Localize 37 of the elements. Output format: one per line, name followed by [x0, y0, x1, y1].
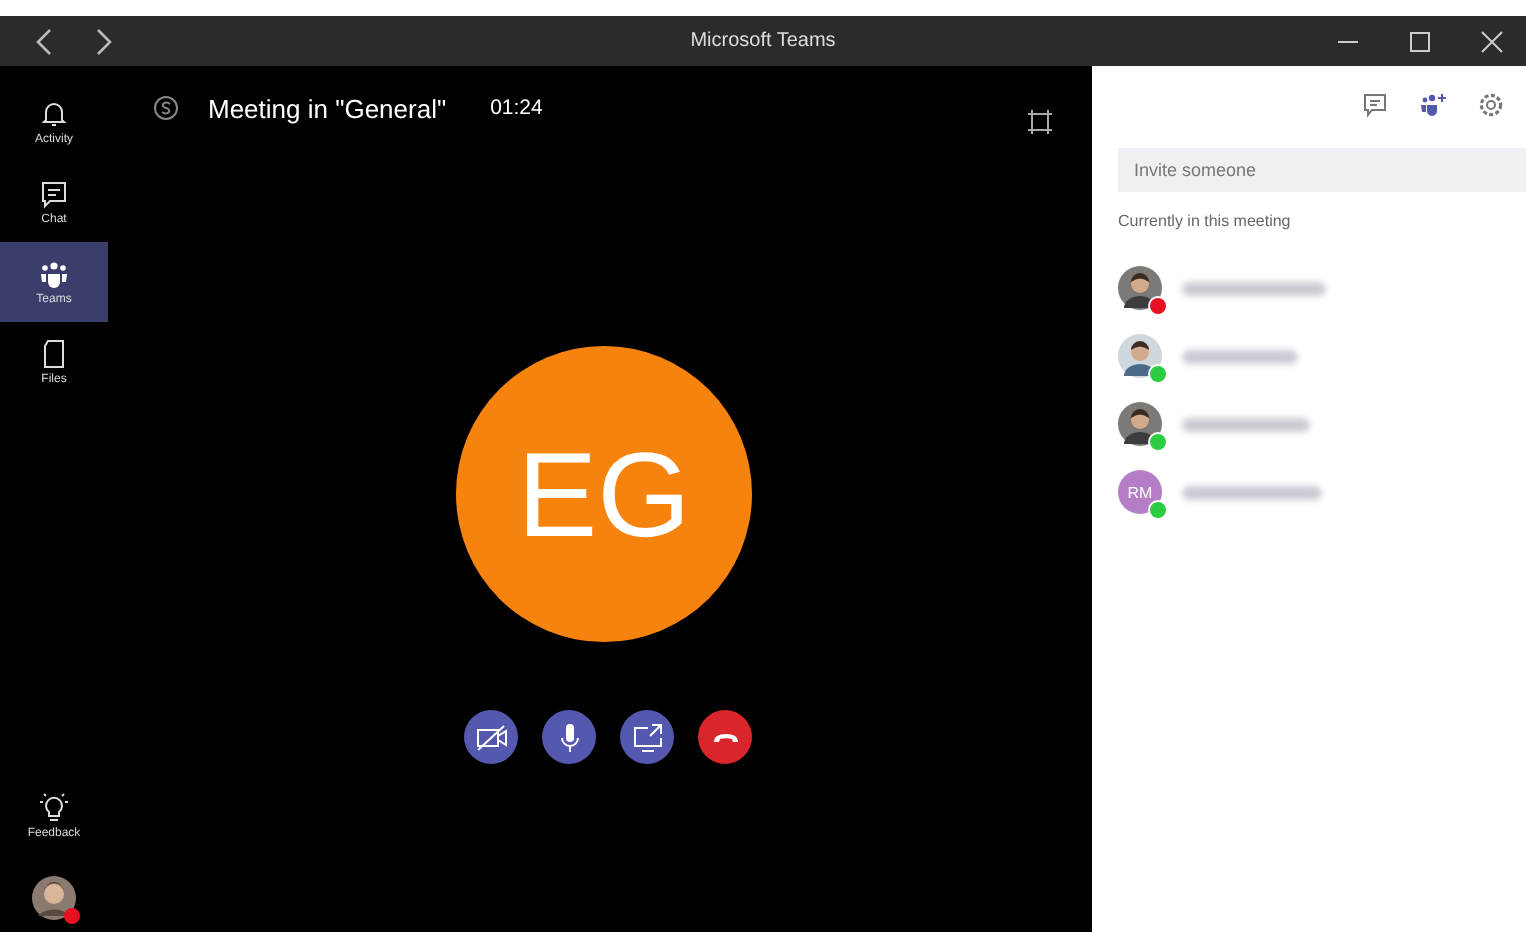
camera-off-button[interactable] — [464, 710, 518, 764]
people-button[interactable] — [1418, 90, 1448, 120]
hang-up-button[interactable] — [698, 710, 752, 764]
fullscreen-button[interactable] — [1024, 106, 1056, 138]
microphone-button[interactable] — [542, 710, 596, 764]
lightbulb-icon — [38, 792, 70, 824]
maximize-icon — [1408, 29, 1432, 53]
share-screen-button[interactable] — [620, 710, 674, 764]
people-icon — [38, 258, 70, 290]
settings-icon — [1478, 92, 1504, 118]
window-title: Microsoft Teams — [690, 30, 836, 52]
share-screen-icon — [629, 719, 665, 755]
blurred-name — [1182, 349, 1298, 363]
blurred-name — [1182, 485, 1322, 499]
camera-off-icon — [473, 719, 509, 755]
invite-field[interactable]: Invite someone — [1118, 148, 1526, 192]
phone-icon — [713, 733, 737, 741]
caller-avatar: EG — [456, 346, 752, 642]
settings-button[interactable] — [1476, 90, 1506, 120]
file-icon — [38, 338, 70, 370]
back-icon — [34, 27, 54, 55]
bell-icon — [38, 98, 70, 130]
participant-initials: RM — [1118, 470, 1162, 514]
add-people-icon — [1419, 92, 1447, 118]
skype-icon — [152, 94, 180, 122]
forward-icon — [94, 27, 114, 55]
chat-icon — [38, 178, 70, 210]
chat-button[interactable] — [1360, 90, 1390, 120]
chat-icon — [1362, 92, 1388, 118]
close-icon — [1480, 29, 1504, 53]
section-heading: Currently in this meeting — [1118, 212, 1293, 230]
minimize-icon — [1338, 39, 1358, 43]
call-timer: 01:24 — [490, 96, 543, 120]
fullscreen-icon — [1026, 108, 1054, 136]
blurred-name — [1182, 417, 1310, 431]
meeting-title: Meeting in "General" — [208, 93, 447, 123]
blurred-name — [1182, 281, 1326, 295]
